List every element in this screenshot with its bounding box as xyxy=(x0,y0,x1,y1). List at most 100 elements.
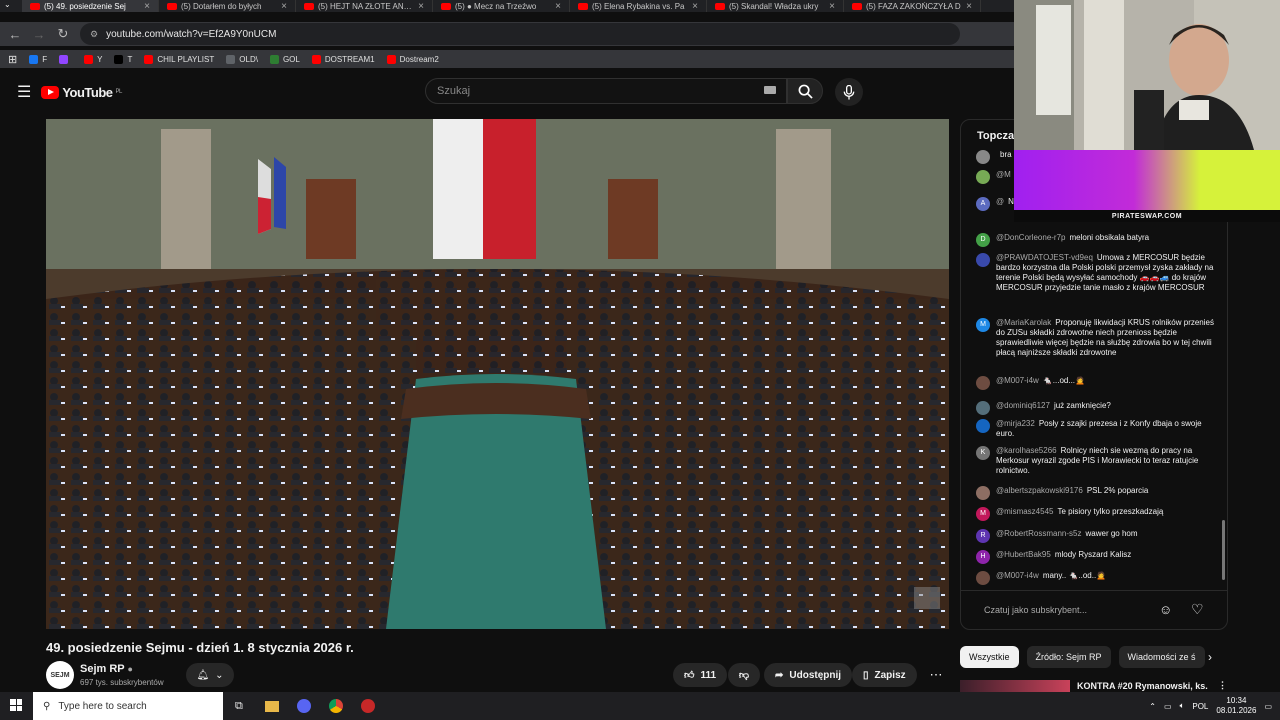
browser-tab[interactable]: (5) Dotarłem do byłych × xyxy=(159,0,296,12)
chat-author-name[interactable]: @ xyxy=(996,197,1004,206)
close-tab-icon[interactable]: × xyxy=(281,1,287,12)
chat-author-name[interactable]: @M007-i4w xyxy=(996,376,1039,385)
task-view-icon[interactable]: ⧉ xyxy=(235,700,243,713)
chat-author-avatar[interactable] xyxy=(976,170,990,184)
bookmark-item[interactable]: DOSTREAM1 xyxy=(311,54,375,64)
recommended-video[interactable]: KONTRA #20 Rymanowski, ks. ⋮ xyxy=(960,680,1227,692)
chat-author-name[interactable]: @HubertBak95 xyxy=(996,550,1051,559)
chat-author-avatar[interactable]: K xyxy=(976,446,990,460)
like-button[interactable]: 👍︎ 111 xyxy=(673,663,728,687)
chat-author-avatar[interactable] xyxy=(976,419,990,433)
search-button[interactable] xyxy=(787,78,823,104)
save-button[interactable]: ▯ Zapisz xyxy=(852,663,917,687)
reload-icon[interactable]: ↻ xyxy=(56,26,70,42)
chat-author-avatar[interactable] xyxy=(976,253,990,267)
chat-author-avatar[interactable] xyxy=(976,401,990,415)
app-icon-2[interactable] xyxy=(360,699,375,713)
chat-author-name[interactable]: @MariaKarolak xyxy=(996,318,1051,327)
bookmark-item[interactable]: Dostream2 xyxy=(386,54,439,64)
chat-author-name[interactable]: @dominiq6127 xyxy=(996,401,1050,410)
youtube-logo[interactable]: YouTube PL xyxy=(41,85,122,100)
forward-icon[interactable]: → xyxy=(32,27,46,42)
keyboard-icon[interactable] xyxy=(764,86,776,94)
close-tab-icon[interactable]: × xyxy=(555,1,561,12)
chat-mode-selector[interactable]: Topczat xyxy=(977,130,1018,142)
heart-icon[interactable]: ♡ xyxy=(1191,601,1204,618)
clock[interactable]: 10:34 08.01.2026 xyxy=(1216,696,1256,716)
windows-start-icon[interactable] xyxy=(10,699,22,711)
filter-chip[interactable]: Wiadomości ze ś xyxy=(1118,646,1205,668)
chat-author-avatar[interactable]: R xyxy=(976,529,990,543)
bookmark-item[interactable]: T xyxy=(114,54,132,64)
channel-name[interactable]: Sejm RP ● xyxy=(80,663,133,675)
chat-author-avatar[interactable] xyxy=(976,376,990,390)
volume-icon[interactable]: 🔈︎ xyxy=(1180,701,1185,711)
chat-author-name[interactable]: @M xyxy=(996,170,1011,179)
chat-author-avatar[interactable] xyxy=(976,150,990,164)
chat-author-name[interactable]: @PRAWDATOJEST-vd9eq xyxy=(996,253,1093,262)
chrome-icon[interactable] xyxy=(328,699,343,713)
chat-author-avatar[interactable]: M xyxy=(976,318,990,332)
browser-tab[interactable]: (5) HEJT NA ZŁOTE ANTO × xyxy=(296,0,433,12)
browser-tab[interactable]: (5) FAZA ZAKOŃCZYŁA D × xyxy=(844,0,981,12)
bookmark-item[interactable]: Y xyxy=(84,54,102,64)
close-tab-icon[interactable]: × xyxy=(144,1,150,12)
browser-tab[interactable]: (5) 49. posiedzenie Sej × xyxy=(22,0,159,12)
site-info-icon[interactable]: ⚙ xyxy=(90,29,98,40)
chevron-right-icon[interactable]: › xyxy=(1208,650,1212,664)
recommended-thumbnail[interactable] xyxy=(960,680,1070,692)
chat-author-avatar[interactable]: H xyxy=(976,550,990,564)
taskbar-search-box[interactable]: ⚲ Type here to search xyxy=(33,692,223,720)
bookmark-item[interactable]: F xyxy=(29,54,47,64)
language-indicator[interactable]: POL xyxy=(1192,702,1208,711)
chevron-up-icon[interactable]: ⌃ xyxy=(1149,702,1156,711)
close-tab-icon[interactable]: × xyxy=(966,1,972,12)
back-icon[interactable]: ← xyxy=(8,27,22,42)
app-icon[interactable] xyxy=(296,699,311,713)
chat-author-name[interactable]: @mirja232 xyxy=(996,419,1035,428)
more-actions-button[interactable]: ⋯ xyxy=(924,663,948,687)
file-explorer-icon[interactable] xyxy=(264,700,279,712)
chat-author-avatar[interactable]: M xyxy=(976,507,990,521)
bookmark-item[interactable]: OLD\ xyxy=(226,54,258,64)
chat-author-name[interactable]: @DonCorleone-r7p xyxy=(996,233,1066,242)
notification-bell-button[interactable]: 🔔︎ ⌄ xyxy=(186,663,234,687)
search-input[interactable]: Szukaj xyxy=(425,78,787,104)
chat-author-name[interactable]: @RobertRossmann-s5z xyxy=(996,529,1081,538)
chat-author-name[interactable]: @albertszpakowski9176 xyxy=(996,486,1083,495)
chat-author-name[interactable]: @karolhase5266 xyxy=(996,446,1057,455)
browser-tab[interactable]: (5) Elena Rybakina vs. Pa × xyxy=(570,0,707,12)
filter-chip[interactable]: Źródło: Sejm RP xyxy=(1026,646,1111,668)
network-icon[interactable]: ▭ xyxy=(1164,702,1172,711)
browser-tab[interactable]: (5) Skandal! Władza ukry × xyxy=(707,0,844,12)
chat-author-avatar[interactable]: D xyxy=(976,233,990,247)
verified-icon: ● xyxy=(127,664,133,674)
tab-search-icon[interactable]: ⌄ xyxy=(4,0,11,9)
close-tab-icon[interactable]: × xyxy=(829,1,835,12)
menu-icon[interactable]: ☰ xyxy=(17,82,31,102)
close-tab-icon[interactable]: × xyxy=(692,1,698,12)
notifications-icon[interactable]: ▭ xyxy=(1264,702,1272,711)
video-player[interactable] xyxy=(46,119,949,629)
bookmark-item[interactable] xyxy=(59,54,72,64)
dislike-button[interactable]: 👎︎ xyxy=(728,663,760,687)
emoji-icon[interactable]: ☺ xyxy=(1159,602,1172,617)
address-bar[interactable]: ⚙ youtube.com/watch?v=Ef2A9Y0nUCM xyxy=(80,23,960,45)
close-tab-icon[interactable]: × xyxy=(418,1,424,12)
share-button[interactable]: ➦ Udostępnij xyxy=(764,663,853,687)
filter-chip[interactable]: Wszystkie xyxy=(960,646,1019,668)
bookmark-item[interactable]: CHIL PLAYLIST xyxy=(144,54,214,64)
chat-scrollbar[interactable] xyxy=(1222,520,1225,580)
more-vertical-icon[interactable]: ⋮ xyxy=(1218,680,1227,691)
apps-grid-icon[interactable]: ⊞ xyxy=(8,53,17,66)
channel-avatar[interactable]: SEJM xyxy=(46,661,74,689)
chat-author-avatar[interactable]: A xyxy=(976,197,990,211)
chat-author-name[interactable]: @mismasz4545 xyxy=(996,507,1053,516)
chat-input[interactable]: Czatuj jako subskrybent... xyxy=(984,605,1087,615)
browser-tab[interactable]: (5) ● Mecz na Trzeźwo × xyxy=(433,0,570,12)
voice-search-button[interactable] xyxy=(835,78,863,106)
bookmark-item[interactable]: GOL xyxy=(269,54,300,64)
chat-author-avatar[interactable] xyxy=(976,571,990,585)
chat-author-avatar[interactable] xyxy=(976,486,990,500)
chat-author-name[interactable]: @M007-i4w xyxy=(996,571,1039,580)
